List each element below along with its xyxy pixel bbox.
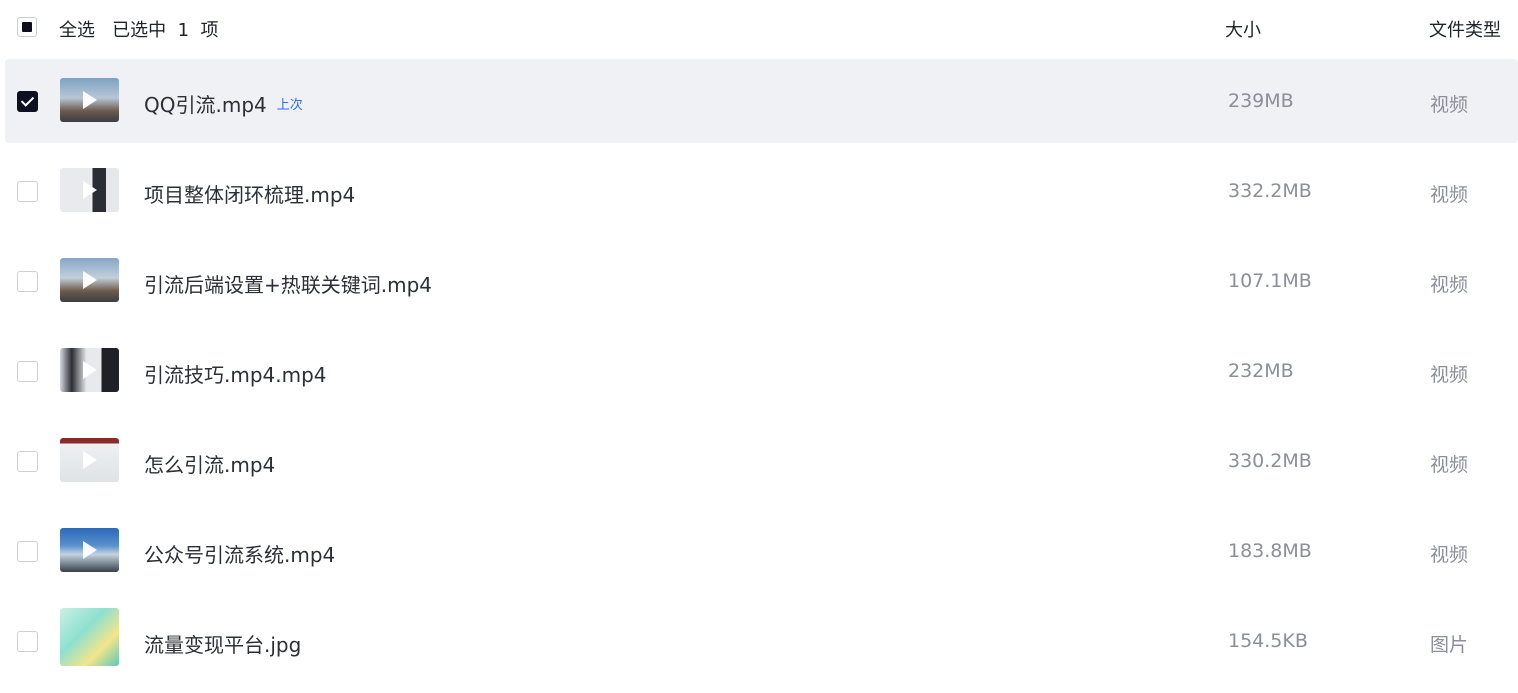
- file-size: 239MB: [1228, 90, 1294, 112]
- video-thumbnail-icon: [60, 168, 119, 212]
- file-row[interactable]: 项目整体闭环梳理.mp4 332.2MB 视频: [0, 146, 1518, 236]
- play-icon: [83, 91, 97, 109]
- row-checkbox[interactable]: [17, 181, 38, 202]
- file-name[interactable]: 公众号引流系统.mp4: [144, 539, 335, 568]
- file-size: 154.5KB: [1228, 630, 1308, 652]
- play-icon: [83, 361, 97, 379]
- file-name[interactable]: 引流后端设置+热联关键词.mp4: [144, 269, 432, 298]
- file-type: 图片: [1430, 634, 1469, 656]
- type-column-header[interactable]: 文件类型: [1429, 16, 1501, 42]
- file-size: 107.1MB: [1228, 270, 1312, 292]
- row-checkbox[interactable]: [17, 271, 38, 292]
- video-thumbnail-icon: [60, 348, 119, 392]
- file-type: 视频: [1430, 364, 1469, 386]
- video-thumbnail-icon: [60, 78, 119, 122]
- file-name[interactable]: 引流技巧.mp4.mp4: [144, 359, 327, 388]
- file-name-text: QQ引流.mp4: [144, 93, 267, 117]
- play-icon: [83, 181, 97, 199]
- file-name[interactable]: 流量变现平台.jpg: [144, 629, 301, 658]
- row-checkbox[interactable]: [17, 361, 38, 382]
- file-type: 视频: [1430, 274, 1469, 296]
- file-row[interactable]: 引流技巧.mp4.mp4 232MB 视频: [0, 326, 1518, 416]
- video-thumbnail-icon: [60, 258, 119, 302]
- file-list: QQ引流.mp4 上次 239MB 视频 项目整体闭环梳理.mp4 332.2MB…: [0, 56, 1518, 686]
- row-checkbox[interactable]: [17, 91, 38, 112]
- video-thumbnail-icon: [60, 438, 119, 482]
- row-checkbox[interactable]: [17, 631, 38, 652]
- file-row[interactable]: 流量变现平台.jpg 154.5KB 图片: [0, 596, 1518, 686]
- file-row[interactable]: 怎么引流.mp4 330.2MB 视频: [0, 416, 1518, 506]
- file-type: 视频: [1430, 94, 1469, 116]
- file-name[interactable]: 项目整体闭环梳理.mp4: [144, 179, 355, 208]
- file-size: 332.2MB: [1228, 180, 1312, 202]
- last-tag: 上次: [276, 98, 303, 113]
- file-size: 183.8MB: [1228, 540, 1312, 562]
- play-icon: [83, 271, 97, 289]
- row-checkbox[interactable]: [17, 541, 38, 562]
- video-thumbnail-icon: [60, 528, 119, 572]
- play-icon: [83, 541, 97, 559]
- file-size: 330.2MB: [1228, 450, 1312, 472]
- select-all-checkbox[interactable]: [17, 17, 37, 37]
- file-row[interactable]: 公众号引流系统.mp4 183.8MB 视频: [0, 506, 1518, 596]
- row-checkbox[interactable]: [17, 451, 38, 472]
- file-list-header: 全选 已选中 1 项 大小 文件类型: [0, 0, 1518, 56]
- file-size: 232MB: [1228, 360, 1294, 382]
- file-type: 视频: [1430, 184, 1469, 206]
- play-icon: [83, 451, 97, 469]
- file-name[interactable]: 怎么引流.mp4: [144, 449, 275, 478]
- file-row[interactable]: QQ引流.mp4 上次 239MB 视频: [0, 56, 1518, 146]
- image-thumbnail-icon: [60, 608, 119, 666]
- file-type: 视频: [1430, 544, 1469, 566]
- file-name[interactable]: QQ引流.mp4 上次: [144, 89, 303, 118]
- select-all-label[interactable]: 全选 已选中 1 项: [59, 16, 219, 42]
- file-type: 视频: [1430, 454, 1469, 476]
- size-column-header[interactable]: 大小: [1225, 16, 1261, 42]
- file-row[interactable]: 引流后端设置+热联关键词.mp4 107.1MB 视频: [0, 236, 1518, 326]
